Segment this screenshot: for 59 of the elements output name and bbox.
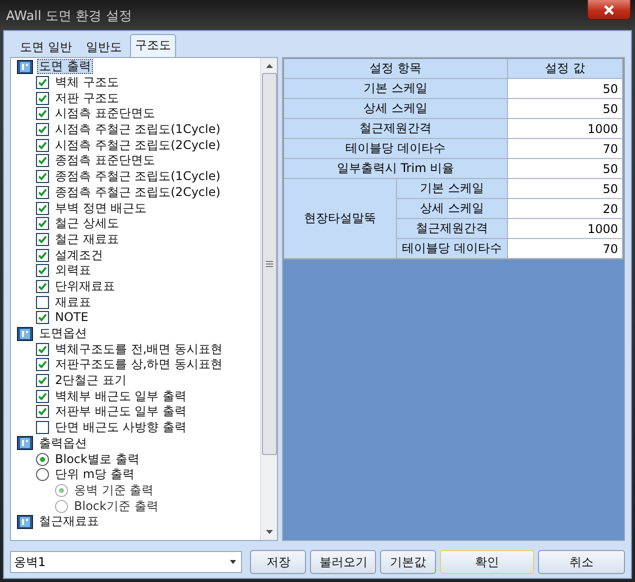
tab[interactable]: 일반도 xyxy=(80,37,128,57)
window-title: AWall 도면 환경 설정 xyxy=(6,8,132,25)
dialog-button[interactable]: 확인 xyxy=(440,550,534,574)
setting-value[interactable]: 20 xyxy=(508,199,623,219)
setting-value[interactable]: 50 xyxy=(508,99,623,119)
option-label[interactable]: 부벽 정면 배근도 xyxy=(53,200,149,216)
option-label[interactable]: 벽체부 배근도 일부 출력 xyxy=(53,388,188,404)
option-label[interactable]: 저판부 배근도 일부 출력 xyxy=(53,404,188,420)
option-label[interactable]: 단위재료표 xyxy=(53,278,117,294)
setting-label: 테이블당 데이타수 xyxy=(397,239,508,259)
setting-label: 테이블당 데이타수 xyxy=(284,139,508,159)
setting-label: 일부출력시 Trim 비율 xyxy=(284,159,508,179)
setting-label: 철근제원간격 xyxy=(284,119,508,139)
option-label[interactable]: 단면 배근도 사방향 출력 xyxy=(53,420,188,436)
option-label[interactable]: 종점측 표준단면도 xyxy=(53,153,157,168)
setting-value[interactable]: 50 xyxy=(508,79,623,99)
setting-value[interactable]: 70 xyxy=(508,239,623,259)
option-label[interactable]: 저판구조도를 상,하면 동시표현 xyxy=(53,357,224,372)
setting-value[interactable]: 50 xyxy=(508,159,623,179)
dialog-button[interactable]: 기본값 xyxy=(380,550,436,574)
option-label[interactable]: 종점측 주철근 조립도(1Cycle) xyxy=(53,169,222,184)
option-label[interactable]: 재료표 xyxy=(53,294,93,310)
tab[interactable]: 도면 일반 xyxy=(14,37,78,57)
option-label[interactable]: 저판 구조도 xyxy=(53,90,121,106)
setting-label: 상세 스케일 xyxy=(397,199,508,219)
setting-label: 상세 스케일 xyxy=(284,99,508,119)
option-label[interactable]: 종점측 주철근 조립도(2Cycle) xyxy=(53,184,222,200)
option-label[interactable]: 2단철근 표기 xyxy=(53,373,128,388)
setting-value[interactable]: 1000 xyxy=(508,119,623,139)
setting-value[interactable]: 50 xyxy=(508,179,623,199)
setting-label: 철근제원간격 xyxy=(397,219,508,239)
option-label[interactable]: NOTE xyxy=(53,310,90,326)
tab[interactable]: 구조도 xyxy=(130,34,176,57)
option-label[interactable]: 철근 상세도 xyxy=(53,216,121,232)
tree-group[interactable]: 도면 출력 xyxy=(37,59,93,74)
column-header: 설정 값 xyxy=(508,59,623,79)
tree-group[interactable]: 도면옵션 xyxy=(37,326,89,342)
option-label[interactable]: 시점측 주철근 조립도(2Cycle) xyxy=(53,138,222,153)
setting-label: 기본 스케일 xyxy=(397,179,508,199)
setting-value[interactable]: 70 xyxy=(508,139,623,159)
preset-dropdown[interactable]: 옹벽1 xyxy=(10,551,242,573)
option-label[interactable]: 단위 m당 출력 xyxy=(53,467,136,482)
option-label[interactable]: 벽체구조도를 전,배면 동시표현 xyxy=(53,342,224,357)
setting-label: 기본 스케일 xyxy=(284,79,508,99)
option-label[interactable]: 설계조건 xyxy=(53,248,105,263)
dialog-button[interactable]: 취소 xyxy=(538,550,625,574)
column-header: 설정 항목 xyxy=(284,59,508,79)
group-label: 현장타설말뚝 xyxy=(284,179,397,259)
option-label[interactable]: Block별로 출력 xyxy=(53,452,142,467)
setting-value[interactable]: 1000 xyxy=(508,219,623,239)
tree-group[interactable]: 출력옵션 xyxy=(37,436,89,451)
dialog-button[interactable]: 불러오기 xyxy=(310,550,376,574)
option-label[interactable]: 외력표 xyxy=(53,263,93,278)
tree-group[interactable]: 철근재료표 xyxy=(37,514,101,530)
option-label[interactable]: 시점측 주철근 조립도(1Cycle) xyxy=(53,122,222,138)
option-label[interactable]: 시점측 표준단면도 xyxy=(53,106,157,122)
option-label[interactable]: 철근 재료표 xyxy=(53,232,121,247)
dialog-button[interactable]: 저장 xyxy=(250,550,306,574)
option-label[interactable]: 벽체 구조도 xyxy=(53,75,121,90)
